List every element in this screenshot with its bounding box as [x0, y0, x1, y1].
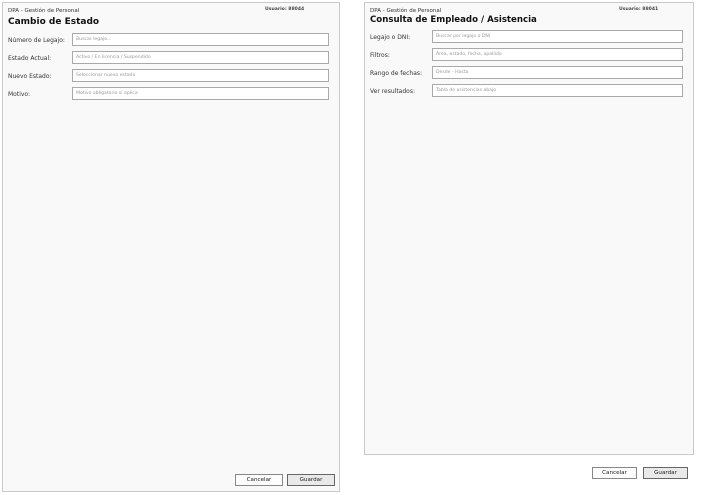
- legajo-dni-label: Legajo o DNI:: [370, 34, 411, 41]
- motivo-input[interactable]: Motivo obligatorio si aplica: [72, 87, 329, 100]
- cancel-button[interactable]: Cancelar: [235, 474, 283, 486]
- cancel-button[interactable]: Cancelar: [592, 467, 637, 479]
- estado-actual-label: Estado Actual:: [8, 55, 52, 62]
- rango-fechas-input[interactable]: Desde - Hasta: [432, 66, 683, 79]
- save-button[interactable]: Guardar: [643, 467, 688, 479]
- rango-fechas-label: Rango de fechas:: [370, 70, 423, 77]
- legajo-input[interactable]: Buscar legajo...: [72, 33, 329, 46]
- legajo-dni-input[interactable]: Buscar por legajo o DNI: [432, 30, 683, 43]
- app-title: DPA - Gestión de Personal: [370, 8, 442, 14]
- save-button[interactable]: Guardar: [287, 474, 335, 486]
- form-title: Consulta de Empleado / Asistencia: [370, 15, 537, 25]
- user-indicator: Usuario: 88044: [265, 7, 305, 12]
- nuevo-estado-label: Nuevo Estado:: [8, 73, 52, 80]
- nuevo-estado-select[interactable]: Seleccionar nuevo estado: [72, 69, 329, 82]
- form-title: Cambio de Estado: [8, 17, 100, 27]
- filtros-label: Filtros:: [370, 52, 390, 59]
- motivo-label: Motivo:: [8, 91, 31, 98]
- estado-actual-field[interactable]: Activo / En licencia / Suspendido: [72, 51, 329, 64]
- app-title: DPA - Gestión de Personal: [8, 8, 80, 14]
- estado-change-window: DPA - Gestión de Personal Usuario: 88044…: [2, 2, 340, 492]
- filtros-input[interactable]: Área, estado, fecha, apellido: [432, 48, 683, 61]
- consulta-empleado-window: DPA - Gestión de Personal Usuario: 88041…: [364, 2, 694, 479]
- legajo-label: Número de Legajo:: [8, 37, 65, 44]
- ver-resultados-field[interactable]: Tabla de asistencias abajo: [432, 84, 683, 97]
- ver-resultados-label: Ver resultados:: [370, 88, 415, 95]
- user-indicator: Usuario: 88041: [619, 7, 659, 12]
